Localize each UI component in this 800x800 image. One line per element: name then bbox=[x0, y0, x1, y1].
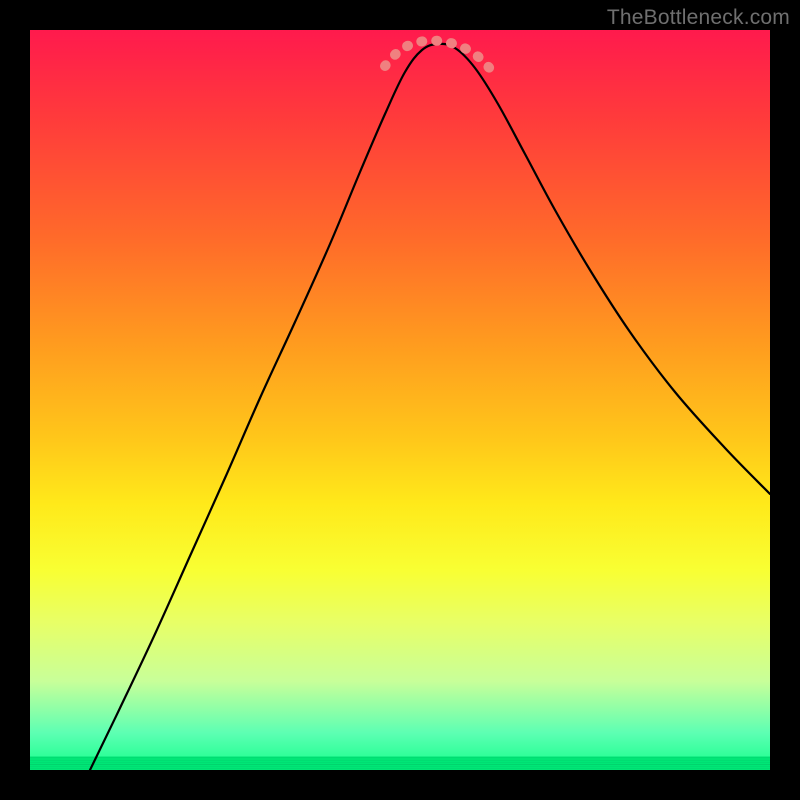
frame: TheBottleneck.com bbox=[0, 0, 800, 800]
curve-svg bbox=[30, 30, 770, 770]
pink-floor-curve bbox=[385, 41, 496, 76]
gradient-plot-area bbox=[30, 30, 770, 770]
black-v-curve bbox=[90, 44, 770, 770]
watermark-text: TheBottleneck.com bbox=[607, 6, 790, 30]
